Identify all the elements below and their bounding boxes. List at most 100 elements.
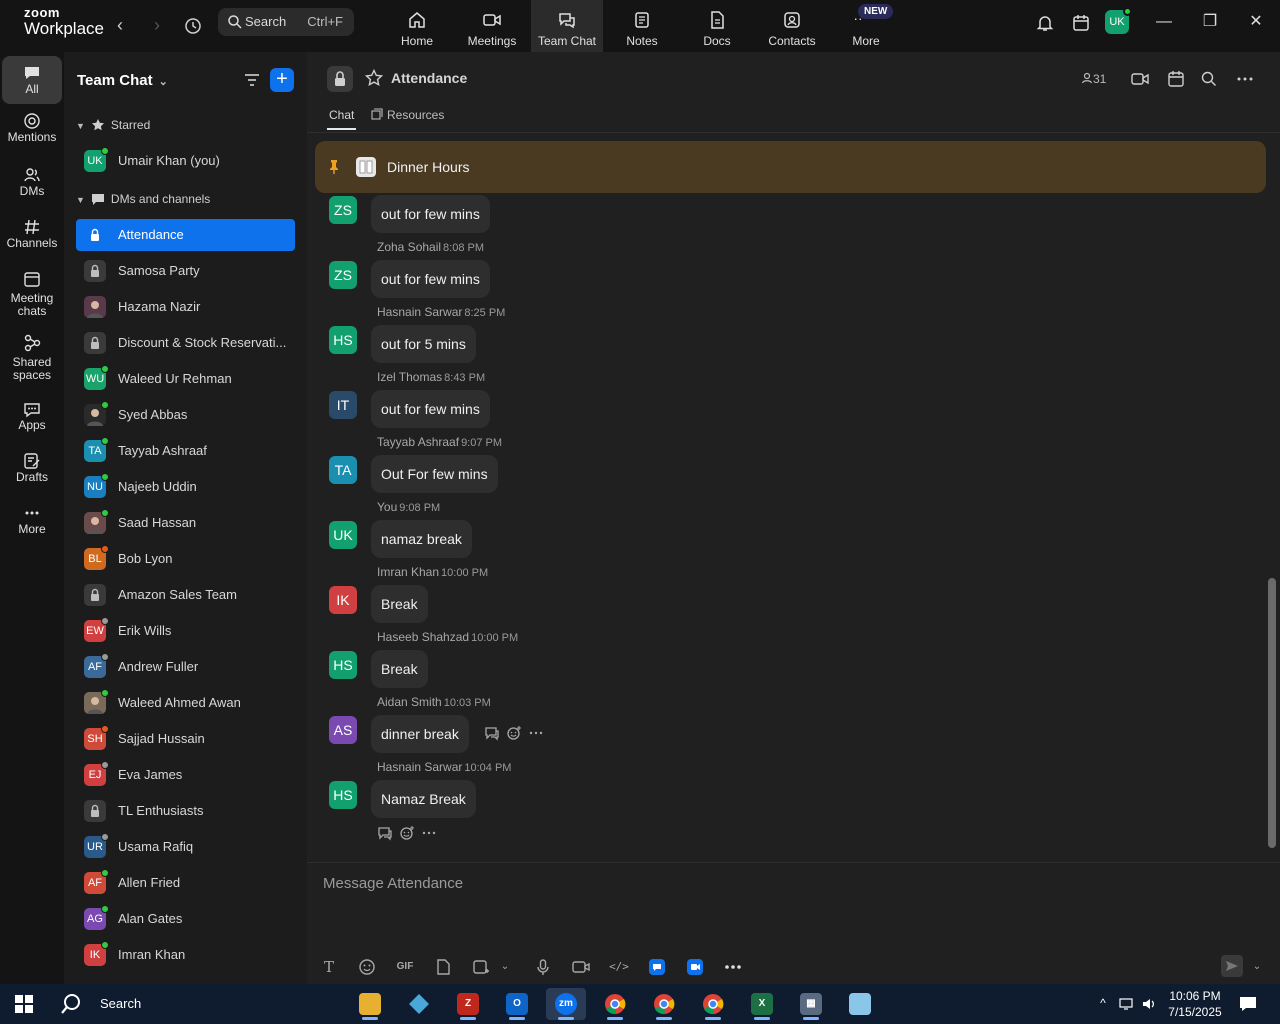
code-icon[interactable]: </> xyxy=(609,957,629,977)
notifications-icon[interactable] xyxy=(1238,994,1258,1014)
sidebar-item[interactable]: Syed Abbas xyxy=(76,399,295,431)
microphone-icon[interactable] xyxy=(533,957,553,977)
rail-item-all[interactable]: All xyxy=(2,56,62,104)
sidebar-item[interactable]: Hazama Nazir xyxy=(76,291,295,323)
new-chat-button[interactable]: + xyxy=(270,68,294,92)
message-bubble[interactable]: out for few mins xyxy=(371,260,490,298)
message-sender[interactable]: Aidan Smith xyxy=(377,695,442,709)
sidebar-item[interactable]: UK Umair Khan (you) xyxy=(76,145,295,177)
system-clock[interactable]: 10:06 PM 7/15/2025 xyxy=(1160,988,1230,1020)
chevron-down-icon[interactable]: ⌄ xyxy=(495,957,515,977)
filezilla-app[interactable]: Z xyxy=(448,988,488,1020)
tray-chevron-up-icon[interactable]: ^ xyxy=(1095,996,1111,1012)
message-bubble[interactable]: Namaz Break xyxy=(371,780,476,818)
add-reaction-icon[interactable] xyxy=(399,825,415,841)
more-actions-icon[interactable] xyxy=(421,825,437,841)
message-avatar[interactable]: ZS xyxy=(329,261,357,289)
message-sender[interactable]: Haseeb Shahzad xyxy=(377,630,469,644)
screenshot-icon[interactable] xyxy=(471,957,491,977)
send-options-chevron-icon[interactable]: ⌄ xyxy=(1247,957,1267,977)
message-bubble[interactable]: out for 5 mins xyxy=(371,325,476,363)
reply-icon[interactable] xyxy=(377,825,393,841)
star-outline-icon[interactable] xyxy=(365,69,383,87)
taskbar-search-label[interactable]: Search xyxy=(100,996,141,1011)
file-icon[interactable] xyxy=(433,957,453,977)
more-tools-icon[interactable] xyxy=(723,957,743,977)
message-sender[interactable]: Hasnain Sarwar xyxy=(377,760,462,774)
channel-title[interactable]: Attendance xyxy=(391,70,467,86)
tab-team-chat[interactable]: Team Chat xyxy=(531,0,603,52)
sidebar-item[interactable]: NU Najeeb Uddin xyxy=(76,471,295,503)
sidebar-item[interactable]: Waleed Ahmed Awan xyxy=(76,687,295,719)
message-sender[interactable]: Zoha Sohail xyxy=(377,240,441,254)
sidebar-item[interactable]: BL Bob Lyon xyxy=(76,543,295,575)
section-starred[interactable]: ▼ Starred xyxy=(76,118,150,132)
send-button[interactable] xyxy=(1221,955,1243,977)
bell-icon[interactable] xyxy=(1035,13,1055,33)
rail-item-drafts[interactable]: Drafts xyxy=(2,452,62,496)
excel-app[interactable]: X xyxy=(742,988,782,1020)
tab-chat[interactable]: Chat xyxy=(326,108,357,130)
volume-icon[interactable] xyxy=(1141,996,1157,1012)
sidebar-item[interactable]: AF Allen Fried xyxy=(76,867,295,899)
sidebar-item[interactable]: EJ Eva James xyxy=(76,759,295,791)
video-call-icon[interactable] xyxy=(1131,70,1149,88)
sidebar-item[interactable]: SH Sajjad Hussain xyxy=(76,723,295,755)
sidebar-item[interactable]: EW Erik Wills xyxy=(76,615,295,647)
restore-icon[interactable]: ❐ xyxy=(1200,12,1220,32)
message-bubble[interactable]: dinner break xyxy=(371,715,469,753)
rail-item-meeting-chats[interactable]: Meeting chats xyxy=(2,270,62,324)
network-icon[interactable] xyxy=(1118,996,1134,1012)
video-message-icon[interactable] xyxy=(571,957,591,977)
calendar-icon[interactable] xyxy=(1167,70,1185,88)
sidebar-item[interactable]: UR Usama Rafiq xyxy=(76,831,295,863)
more-actions-icon[interactable] xyxy=(528,725,544,741)
message-avatar[interactable]: TA xyxy=(329,456,357,484)
calculator-app[interactable]: ▦ xyxy=(791,988,831,1020)
gif-button[interactable]: GIF xyxy=(395,957,415,977)
rail-item-shared-spaces[interactable]: Shared spaces xyxy=(2,334,62,388)
rail-item-mentions[interactable]: Mentions xyxy=(2,112,62,158)
message-avatar[interactable]: ZS xyxy=(329,196,357,224)
message-avatar[interactable]: AS xyxy=(329,716,357,744)
windows-start-icon[interactable] xyxy=(14,994,34,1014)
sidebar-item[interactable]: Amazon Sales Team xyxy=(76,579,295,611)
sidebar-item[interactable]: Attendance xyxy=(76,219,295,251)
file-explorer-app[interactable] xyxy=(350,988,390,1020)
rail-item-more[interactable]: More xyxy=(2,504,62,548)
message-bubble[interactable]: Break xyxy=(371,585,428,623)
taskbar-search-icon[interactable] xyxy=(60,993,82,1015)
message-scrollbar[interactable] xyxy=(1268,132,1276,872)
outlook-app[interactable]: O xyxy=(497,988,537,1020)
message-sender[interactable]: Imran Khan xyxy=(377,565,439,579)
reply-icon[interactable] xyxy=(484,725,500,741)
tab-meetings[interactable]: Meetings xyxy=(456,0,528,52)
message-bubble[interactable]: Break xyxy=(371,650,428,688)
zoom-app[interactable]: zm xyxy=(546,988,586,1020)
message-input[interactable]: Message Attendance xyxy=(323,875,463,892)
message-avatar[interactable]: IK xyxy=(329,586,357,614)
message-sender[interactable]: Izel Thomas xyxy=(377,370,442,384)
more-options-icon[interactable] xyxy=(1236,70,1254,88)
message-bubble[interactable]: out for few mins xyxy=(371,390,490,428)
tab-notes[interactable]: Notes xyxy=(606,0,678,52)
zoom-app-icon[interactable] xyxy=(685,957,705,977)
rail-item-channels[interactable]: Channels xyxy=(2,218,62,262)
sidebar-item[interactable]: IK Imran Khan xyxy=(76,939,295,971)
message-sender[interactable]: Hasnain Sarwar xyxy=(377,305,462,319)
history-icon[interactable] xyxy=(181,14,205,38)
back-arrow-icon[interactable]: ‹ xyxy=(108,14,132,38)
sidebar-item[interactable]: WU Waleed Ur Rehman xyxy=(76,363,295,395)
message-avatar[interactable]: HS xyxy=(329,326,357,354)
rail-item-dms[interactable]: DMs xyxy=(2,166,62,210)
section-dms-channels[interactable]: ▼ DMs and channels xyxy=(76,192,210,206)
sidebar-item[interactable]: Saad Hassan xyxy=(76,507,295,539)
text-format-icon[interactable]: T xyxy=(319,957,339,977)
message-bubble[interactable]: namaz break xyxy=(371,520,472,558)
add-reaction-icon[interactable] xyxy=(506,725,522,741)
notepad-app[interactable] xyxy=(840,988,880,1020)
member-count[interactable]: 31 xyxy=(1081,72,1106,86)
message-sender[interactable]: You xyxy=(377,500,397,514)
sidebar-title[interactable]: Team Chat ⌄ xyxy=(77,72,168,89)
tab-home[interactable]: Home xyxy=(381,0,453,52)
